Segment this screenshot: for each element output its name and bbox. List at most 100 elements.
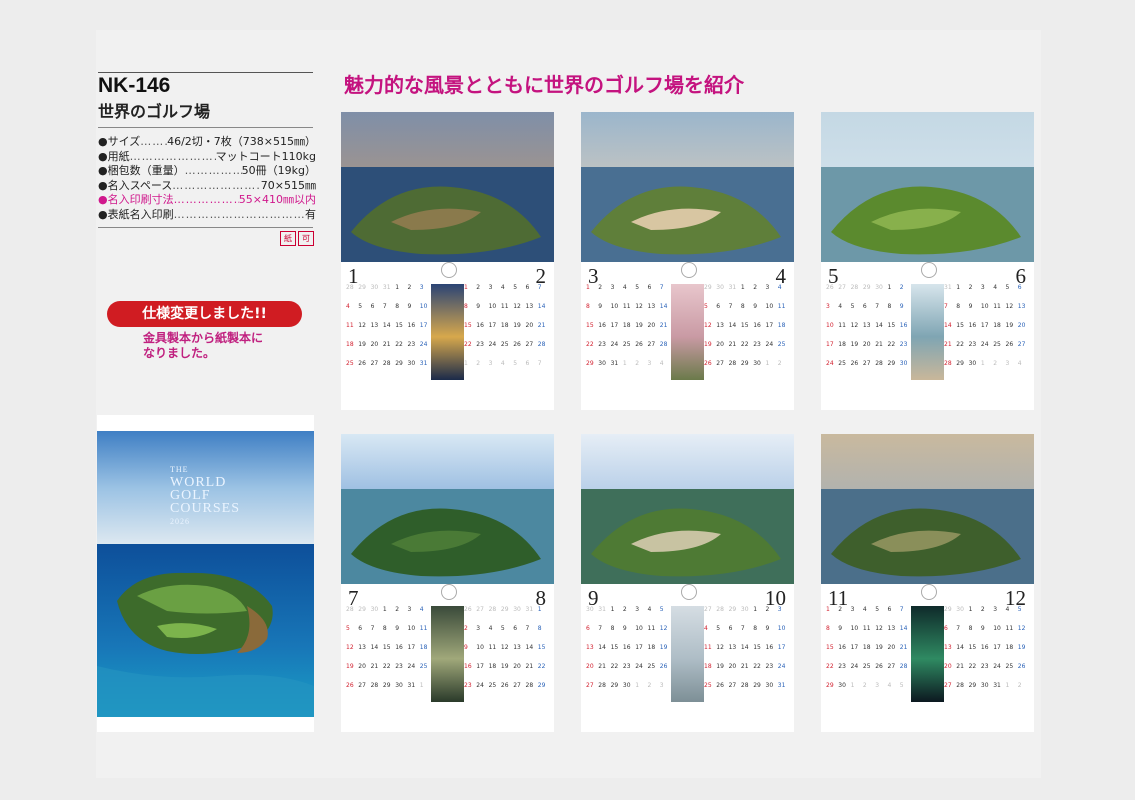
day-cell: 16	[476, 322, 484, 329]
day-cell: 28	[728, 360, 737, 367]
day-cell: 21	[944, 341, 952, 348]
day-cell: 1	[850, 682, 855, 689]
day-cell: 16	[622, 644, 631, 651]
day-cell: 26	[464, 606, 472, 613]
day-cell: 26	[346, 682, 354, 689]
spec-leader	[140, 135, 167, 150]
day-cell: 25	[622, 341, 631, 348]
day-cell: 31	[944, 284, 952, 291]
day-cell: 27	[370, 360, 379, 367]
day-cell: 19	[850, 341, 859, 348]
calendar-cover: THE WORLD GOLF COURSES 2026	[97, 415, 314, 732]
day-cell: 27	[647, 341, 656, 348]
day-cell: 29	[382, 682, 391, 689]
day-cell: 15	[586, 322, 594, 329]
day-cell: 4	[500, 360, 505, 367]
day-cell: 30	[956, 606, 964, 613]
day-cell: 4	[622, 284, 627, 291]
day-cell: 4	[704, 625, 708, 632]
day-cell: 22	[586, 341, 594, 348]
day-cell: 12	[659, 625, 668, 632]
day-cell: 5	[513, 284, 518, 291]
spec-change-pill: 仕様変更しました!!	[107, 301, 302, 327]
day-cell: 29	[862, 284, 871, 291]
day-cell: 28	[956, 682, 964, 689]
strip-fill	[911, 284, 944, 380]
day-cell: 7	[537, 360, 542, 367]
day-cell: 26	[513, 341, 521, 348]
day-cell: 1	[753, 606, 758, 613]
day-cell: 16	[395, 644, 403, 651]
day-cell: 4	[1005, 606, 1010, 613]
day-cell: 10	[419, 303, 428, 310]
day-cell: 7	[659, 284, 664, 291]
day-grid-left: 28 29 30 31 1 2 3 4 5 6 7 8 9 10 11 12 13 14 15 16 17 18 19 20 2…	[346, 284, 432, 380]
specs-rule-top	[98, 127, 313, 128]
day-cell: 17	[635, 644, 643, 651]
day-cell: 3	[610, 284, 615, 291]
day-cell: 4	[887, 682, 892, 689]
day-cell: 30	[968, 360, 977, 367]
day-cell: 17	[826, 341, 834, 348]
day-cell: 9	[899, 303, 904, 310]
day-cell: 26	[1017, 663, 1026, 670]
day-cell: 24	[635, 663, 643, 670]
day-cell: 4	[862, 606, 867, 613]
day-cell: 31	[610, 360, 619, 367]
day-cell: 7	[875, 303, 880, 310]
day-cell: 3	[850, 606, 855, 613]
month-calendar: 1 2 28 29 30 31 1 2 3 4 5 6 7 8 9 10 11 12 13 14 15 16 17 18 19 2…	[341, 262, 554, 410]
day-cell: 2	[635, 360, 640, 367]
spec-row: ●名入印刷寸法 55×410㎜以内	[98, 193, 316, 208]
day-grid-left: 28 29 30 1 2 3 4 5 6 7 8 9 10 11 12 13 14 15 16 17 18 19 20 21 2…	[346, 606, 432, 702]
day-cell: 9	[765, 625, 770, 632]
day-cell: 22	[968, 663, 977, 670]
day-cell: 29	[728, 606, 737, 613]
day-cell: 2	[647, 682, 652, 689]
day-cell: 21	[598, 663, 606, 670]
day-cell: 10	[850, 625, 859, 632]
day-cell: 16	[899, 322, 908, 329]
day-cell: 28	[382, 360, 391, 367]
month-strip-photo	[431, 606, 464, 702]
day-cell: 2	[1017, 682, 1022, 689]
day-cell: 7	[944, 303, 948, 310]
month-photo	[581, 112, 794, 262]
day-cell: 31	[777, 682, 786, 689]
day-cell: 15	[968, 644, 977, 651]
day-cell: 1	[610, 606, 615, 613]
day-cell: 1	[740, 284, 745, 291]
day-cell: 19	[875, 644, 883, 651]
day-cell: 22	[826, 663, 834, 670]
day-cell: 1	[586, 284, 590, 291]
day-cell: 20	[647, 322, 656, 329]
day-cell: 22	[956, 341, 964, 348]
day-cell: 5	[513, 360, 518, 367]
day-cell: 23	[476, 341, 484, 348]
day-cell: 1	[419, 682, 424, 689]
day-cell: 24	[826, 360, 834, 367]
spec-row: ●名入スペース 70×515㎜	[98, 179, 316, 194]
day-cell: 15	[826, 644, 834, 651]
day-cell: 26	[659, 663, 668, 670]
day-grid-right: 29 30 1 2 3 4 5 6 7 8 9 10 11 12 13 14 15 16 17 18 19 20 21 22 2…	[944, 606, 1030, 702]
day-cell: 28	[899, 663, 908, 670]
spec-change-note: 金具製本から紙製本に なりました。	[143, 331, 264, 360]
day-cell: 9	[980, 625, 985, 632]
day-cell: 14	[598, 644, 606, 651]
day-cell: 13	[358, 644, 366, 651]
day-cell: 1	[968, 606, 973, 613]
day-cell: 12	[875, 625, 883, 632]
day-cell: 1	[980, 360, 985, 367]
day-cell: 9	[395, 625, 400, 632]
day-cell: 29	[537, 682, 546, 689]
day-cell: 15	[740, 322, 749, 329]
day-cell: 3	[635, 606, 640, 613]
day-cell: 4	[993, 284, 998, 291]
day-cell: 21	[525, 663, 534, 670]
spec-leader	[174, 193, 239, 208]
day-cell: 25	[647, 663, 656, 670]
day-cell: 8	[753, 625, 758, 632]
day-cell: 13	[370, 322, 379, 329]
day-cell: 18	[419, 644, 428, 651]
